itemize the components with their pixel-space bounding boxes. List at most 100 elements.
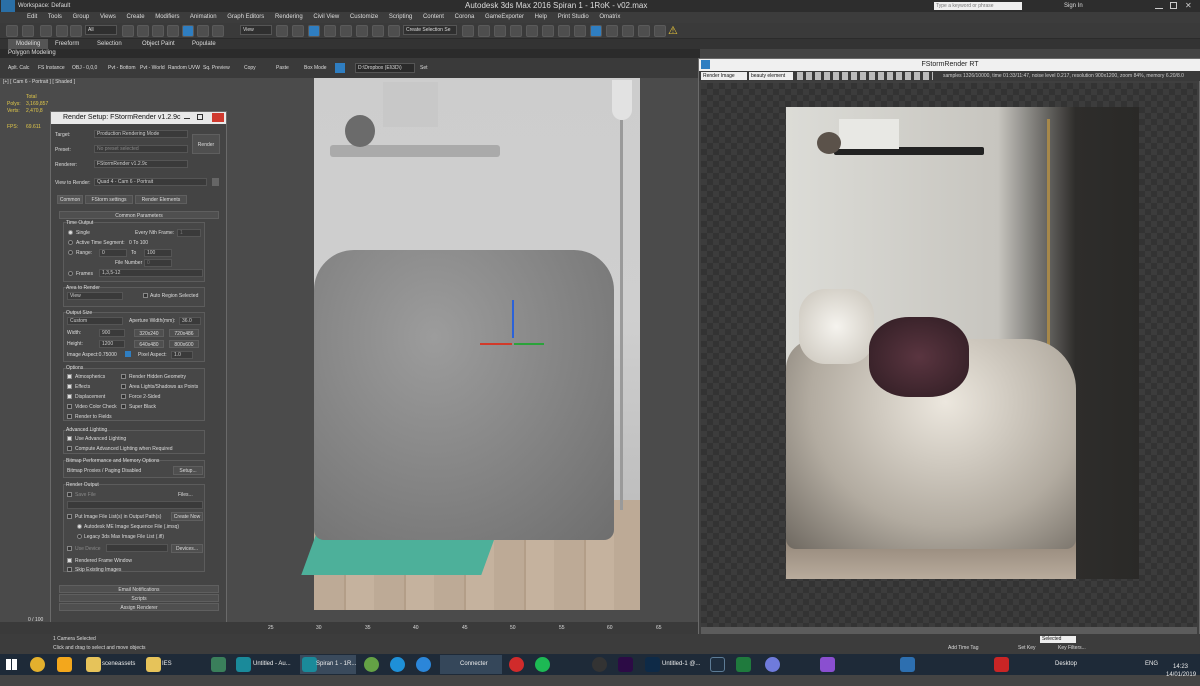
- view-to-render-select[interactable]: Quad 4 - Cam 6 - Portrait: [94, 178, 207, 186]
- area-select[interactable]: View: [67, 292, 123, 300]
- 3dsmax-icon[interactable]: [236, 657, 251, 672]
- menu-corona[interactable]: Corona: [455, 14, 475, 20]
- menu-print-studio[interactable]: Print Studio: [558, 14, 589, 20]
- redo-icon[interactable]: [22, 25, 34, 37]
- snap-toggle-icon[interactable]: [308, 25, 320, 37]
- menu-create[interactable]: Create: [127, 14, 145, 20]
- minimize-button[interactable]: [1155, 2, 1163, 9]
- menu-tools[interactable]: Tools: [48, 14, 62, 20]
- task-connecter[interactable]: Connecter: [460, 656, 488, 673]
- range-from-field[interactable]: 0: [99, 249, 127, 257]
- 3dsmax-active-icon[interactable]: [302, 657, 317, 672]
- setup-button[interactable]: Setup...: [173, 466, 203, 475]
- assign-renderer-rollout[interactable]: Assign Renderer: [59, 603, 219, 611]
- tab-modeling[interactable]: Modeling: [8, 39, 49, 49]
- tool-obj-origin[interactable]: OBJ - 0,0,0: [72, 58, 97, 78]
- frames-field[interactable]: 1,3,5-12: [99, 269, 203, 277]
- create-now-button[interactable]: Create Now: [171, 512, 203, 521]
- render-setup-icon[interactable]: [558, 25, 570, 37]
- tool-fs-instance[interactable]: FS Instance: [38, 58, 65, 78]
- lock-aspect-icon[interactable]: [125, 351, 131, 357]
- pixel-aspect-field[interactable]: 1.0: [171, 351, 193, 359]
- render-in-cloud-icon[interactable]: [638, 25, 650, 37]
- menu-help[interactable]: Help: [535, 14, 547, 20]
- menu-civil-view[interactable]: Civil View: [313, 14, 339, 20]
- menu-customize[interactable]: Customize: [350, 14, 378, 20]
- skype-icon[interactable]: [390, 657, 405, 672]
- rendered-frame-icon[interactable]: [574, 25, 586, 37]
- element-select[interactable]: beauty element: [749, 72, 793, 80]
- tab-object-paint[interactable]: Object Paint: [142, 39, 175, 49]
- active-segment-radio[interactable]: [68, 240, 73, 245]
- tool-aplt-calc[interactable]: Aplt. Calc: [8, 58, 29, 78]
- schematic-view-icon[interactable]: [526, 25, 538, 37]
- compute-advanced-lighting-checkbox[interactable]: [67, 446, 72, 451]
- app-logo-icon[interactable]: [1, 0, 15, 12]
- menu-views[interactable]: Views: [100, 14, 116, 20]
- autodesk-seq-radio[interactable]: [77, 524, 82, 529]
- rs-minimize-icon[interactable]: [184, 118, 190, 119]
- app-blue-icon[interactable]: [900, 657, 915, 672]
- auto-region-checkbox[interactable]: [143, 293, 148, 298]
- menu-omatrix[interactable]: Omatrix: [599, 14, 620, 20]
- tool-paste[interactable]: Paste: [276, 58, 289, 78]
- render-to-fields-checkbox[interactable]: [67, 414, 72, 419]
- menu-rendering[interactable]: Rendering: [275, 14, 303, 20]
- effects-checkbox[interactable]: [67, 384, 72, 389]
- aperture-field[interactable]: 36.0: [179, 317, 201, 325]
- task-spiran[interactable]: Spiran 1 - 1R...: [316, 656, 356, 673]
- bind-icon[interactable]: [70, 25, 82, 37]
- render-hidden-geometry-checkbox[interactable]: [121, 374, 126, 379]
- rotate-icon[interactable]: [197, 25, 209, 37]
- tab-fstorm-settings[interactable]: FStorm settings: [85, 195, 133, 204]
- devices-button[interactable]: Devices...: [171, 544, 203, 553]
- rect-selection-icon[interactable]: [152, 25, 164, 37]
- super-black-checkbox[interactable]: [121, 404, 126, 409]
- layers-icon[interactable]: [478, 25, 490, 37]
- pdf-icon[interactable]: [994, 657, 1009, 672]
- a360-icon[interactable]: [654, 25, 666, 37]
- select-object-icon[interactable]: [122, 25, 134, 37]
- photoshop-icon[interactable]: [645, 657, 660, 672]
- sofa-mesh[interactable]: [314, 250, 614, 540]
- every-nth-field[interactable]: 1: [177, 229, 201, 237]
- key-filters-button[interactable]: Key Filters...: [1058, 645, 1086, 651]
- preset-720x486-button[interactable]: 720x486: [169, 329, 199, 337]
- tab-selection[interactable]: Selection: [97, 39, 122, 49]
- area-lights-checkbox[interactable]: [121, 384, 126, 389]
- range-radio[interactable]: [68, 250, 73, 255]
- width-field[interactable]: 900: [99, 329, 125, 337]
- link-icon[interactable]: [40, 25, 52, 37]
- scripts-rollout[interactable]: Scripts: [59, 594, 219, 602]
- curve-editor-icon[interactable]: [510, 25, 522, 37]
- gmail-icon[interactable]: [57, 657, 72, 672]
- scale-icon[interactable]: [212, 25, 224, 37]
- image-icon[interactable]: [335, 63, 345, 73]
- menu-group[interactable]: Group: [73, 14, 90, 20]
- task-sceneassets[interactable]: sceneassets: [102, 656, 135, 673]
- atmospherics-checkbox[interactable]: [67, 374, 72, 379]
- excel-icon[interactable]: [736, 657, 751, 672]
- tool-copy[interactable]: Copy: [244, 58, 256, 78]
- select-by-name-icon[interactable]: [137, 25, 149, 37]
- selection-filter-select[interactable]: All: [85, 25, 117, 35]
- target-select[interactable]: Production Rendering Mode: [94, 130, 188, 138]
- select-manipulate-icon[interactable]: [292, 25, 304, 37]
- preset-select[interactable]: No preset selected: [94, 145, 188, 153]
- menu-edit[interactable]: Edit: [27, 14, 37, 20]
- tab-common[interactable]: Common: [57, 195, 83, 204]
- discord-icon[interactable]: [765, 657, 780, 672]
- unlink-icon[interactable]: [56, 25, 68, 37]
- viewport-label[interactable]: [+] [ Cam 6 - Portrait ] [ Shaded ]: [3, 79, 75, 85]
- windows-start-icon[interactable]: [6, 659, 17, 670]
- task-untitled-ps[interactable]: Untitled-1 @...: [662, 656, 700, 673]
- task-untitled-autodesk[interactable]: Untitled - Au...: [253, 656, 291, 673]
- search-input[interactable]: Type a keyword or phrase: [934, 2, 1022, 10]
- sign-in-link[interactable]: Sign In: [1064, 0, 1083, 12]
- mirror-icon[interactable]: [388, 25, 400, 37]
- selection-set-select[interactable]: Create Selection Se: [403, 25, 457, 35]
- gizmo-x-axis[interactable]: [480, 343, 512, 345]
- use-device-checkbox[interactable]: [67, 546, 72, 551]
- affinity-icon[interactable]: [820, 657, 835, 672]
- gizmo-z-axis[interactable]: [512, 300, 514, 338]
